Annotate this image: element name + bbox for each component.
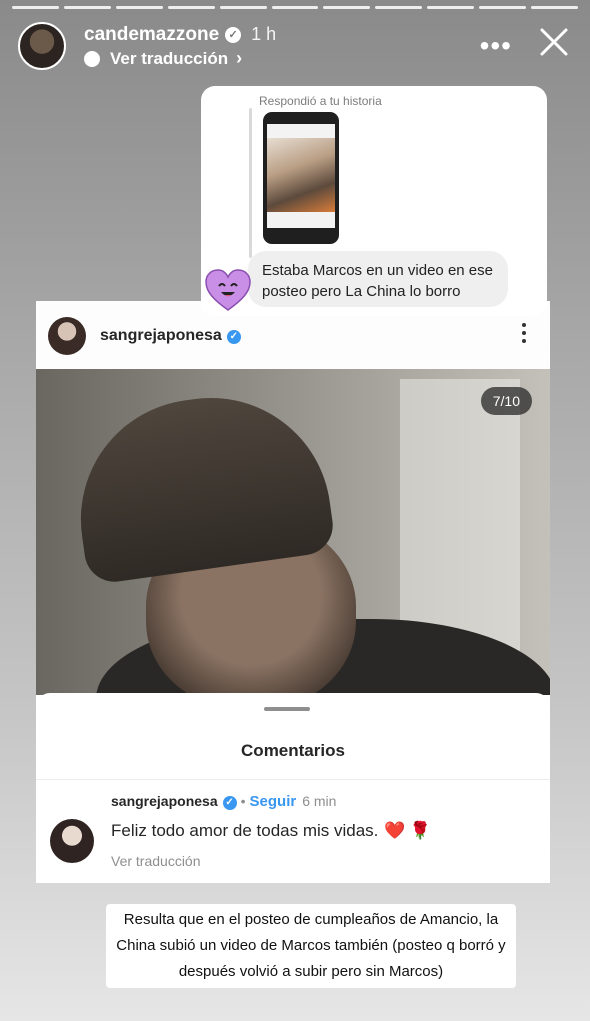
- comment-time: 6 min: [302, 793, 337, 809]
- progress-segment: [479, 6, 527, 9]
- story-username[interactable]: candemazzone: [84, 24, 219, 45]
- follow-button[interactable]: Seguir: [250, 793, 297, 810]
- reply-message: Estaba Marcos en un video en ese posteo …: [248, 251, 508, 307]
- translate-label: Ver traducción: [110, 48, 229, 68]
- rose-icon: 🌹: [409, 821, 431, 840]
- story-reply-card: Respondió a tu historia Estaba Marcos en…: [201, 86, 547, 316]
- translate-icon: [84, 50, 100, 67]
- progress-segment: [531, 6, 578, 9]
- comment-header: sangrejaponesa ✓ • Seguir 6 min: [111, 793, 336, 810]
- progress-segment: [219, 6, 267, 9]
- progress-segment: [427, 6, 475, 9]
- heart-icon: ❤️: [384, 821, 406, 840]
- story-thumbnail[interactable]: [263, 112, 339, 244]
- progress-segment: [323, 6, 371, 9]
- divider: [36, 779, 550, 780]
- slide-counter: 7/10: [480, 387, 532, 415]
- translate-link[interactable]: Ver traducción ›: [84, 48, 242, 69]
- progress-segment: [115, 6, 163, 9]
- progress-segment: [271, 6, 319, 9]
- verified-icon: ✓: [225, 27, 242, 43]
- more-options-icon[interactable]: •••: [480, 32, 512, 60]
- progress-segment: [63, 6, 111, 9]
- post-username[interactable]: sangrejaponesa: [100, 327, 222, 344]
- post-avatar[interactable]: [48, 317, 86, 355]
- post-username-row[interactable]: sangrejaponesa ✓: [100, 327, 241, 345]
- progress-segment: [375, 6, 423, 9]
- photo-cap-shape: [65, 382, 337, 586]
- embedded-post-screenshot: sangrejaponesa ✓ 7/10 Comentarios sangrej…: [36, 301, 550, 883]
- close-icon[interactable]: [538, 26, 570, 58]
- thumbnail-photo: [267, 138, 335, 212]
- post-photo: 7/10: [36, 369, 550, 695]
- reply-label: Respondió a tu historia: [259, 94, 382, 108]
- comments-sheet: Comentarios sangrejaponesa ✓ • Seguir 6 min …: [36, 693, 550, 883]
- story-username-row[interactable]: candemazzone ✓ 1 h: [84, 24, 276, 46]
- chevron-right-icon: ›: [236, 48, 243, 68]
- comment-body: Feliz todo amor de todas mis vidas. ❤️ 🌹: [111, 821, 431, 841]
- story-caption: Resulta que en el posteo de cumpleaños d…: [106, 904, 516, 988]
- comment-translate-link[interactable]: Ver traducción: [111, 853, 201, 869]
- comment-avatar[interactable]: [50, 819, 94, 863]
- comment-username[interactable]: sangrejaponesa: [111, 793, 218, 809]
- progress-segment: [167, 6, 215, 9]
- story-time: 1 h: [251, 24, 277, 44]
- reply-quote-line: [249, 108, 252, 258]
- heart-sticker-icon: [205, 269, 251, 311]
- progress-segment: [12, 6, 59, 9]
- story-header: candemazzone ✓ 1 h Ver traducción › •••: [18, 20, 572, 74]
- verified-icon: ✓: [226, 330, 241, 344]
- avatar[interactable]: [18, 22, 66, 70]
- drag-handle[interactable]: [264, 707, 310, 711]
- comment-text: Feliz todo amor de todas mis vidas.: [111, 821, 379, 840]
- verified-icon: ✓: [222, 796, 237, 810]
- post-more-icon[interactable]: [522, 323, 528, 347]
- story-progress-bar: [12, 6, 578, 9]
- separator-dot: •: [240, 793, 246, 809]
- comments-title: Comentarios: [241, 741, 345, 760]
